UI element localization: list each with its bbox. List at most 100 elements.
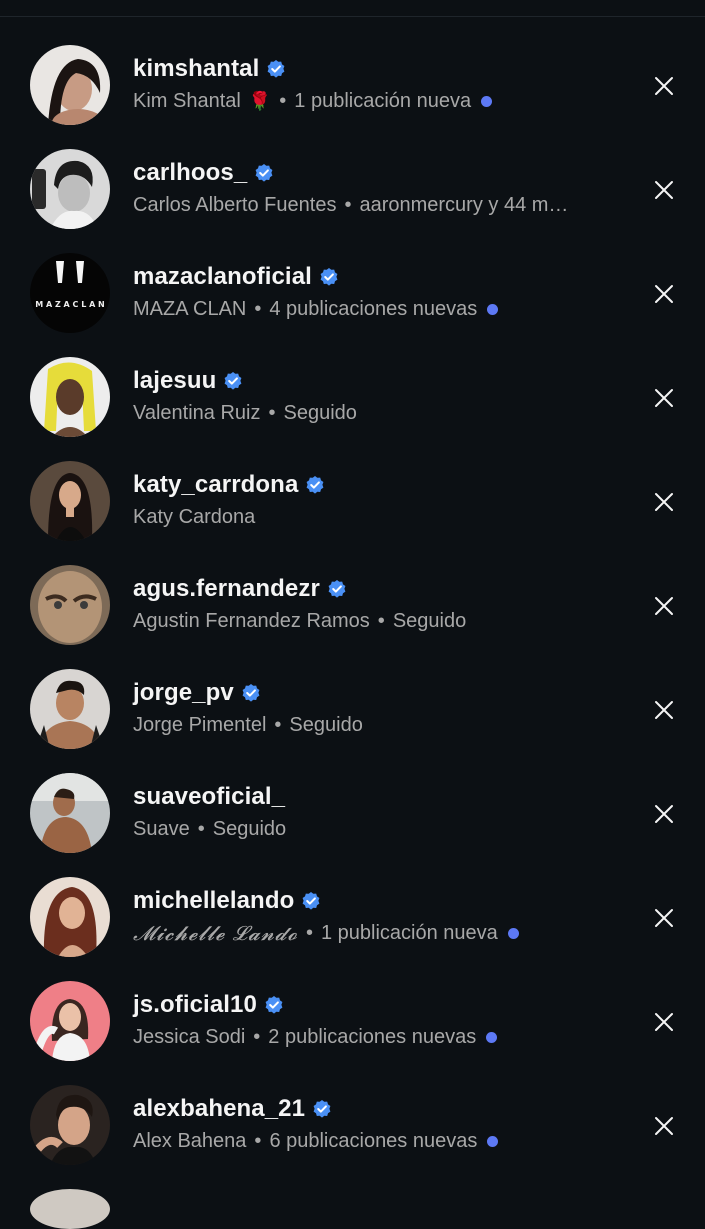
account-row-michellelando[interactable]: michellelando 𝓜𝓲𝓬𝓱𝓮𝓵𝓵𝓮 𝓛𝓪𝓷𝓭𝓸 • 1 publicació… xyxy=(0,865,705,969)
full-name: Suave xyxy=(133,817,190,840)
account-row-katy-carrdona[interactable]: katy_carrdona Katy Cardona xyxy=(0,449,705,553)
status-text: Seguido xyxy=(212,817,287,840)
full-name: Kim Shantal xyxy=(133,89,241,112)
avatar-woman-black-dress[interactable] xyxy=(30,461,110,541)
full-name: Alex Bahena xyxy=(133,1129,247,1152)
status-text: 4 publicaciones nuevas xyxy=(269,297,478,320)
close-icon[interactable] xyxy=(652,74,676,98)
separator-dot: • xyxy=(344,193,352,216)
full-name: Agustin Fernandez Ramos xyxy=(133,609,370,632)
username[interactable]: lajesuu xyxy=(133,367,216,395)
status-text: 2 publicaciones nuevas xyxy=(268,1025,477,1048)
account-row-carlhoos-[interactable]: carlhoos_ Carlos Alberto Fuentes • aaronmer… xyxy=(0,137,705,241)
close-icon[interactable] xyxy=(652,1114,676,1138)
account-subtitle: Suave • Seguido xyxy=(133,815,633,843)
separator-dot: • xyxy=(268,401,276,424)
username-line: jorge_pv xyxy=(133,678,261,708)
suggested-accounts-list: kimshantal Kim Shantal 🌹 • 1 publicación nue… xyxy=(0,33,705,1177)
full-name: Valentina Ruiz xyxy=(133,401,261,424)
username-line: lajesuu xyxy=(133,366,243,396)
account-subtitle: Agustin Fernandez Ramos • Seguido xyxy=(133,607,633,635)
avatar-young-man[interactable] xyxy=(30,1085,110,1165)
username[interactable]: michellelando xyxy=(133,887,294,915)
account-subtitle: 𝓜𝓲𝓬𝓱𝓮𝓵𝓵𝓮 𝓛𝓪𝓷𝓭𝓸 • 1 publicación nueva xyxy=(133,919,633,947)
verified-badge-icon xyxy=(327,579,347,599)
unread-indicator xyxy=(481,95,493,107)
verified-badge-icon xyxy=(223,371,243,391)
full-name: MAZA CLAN xyxy=(133,297,247,320)
avatar-man-outdoors[interactable] xyxy=(30,773,110,853)
status-text: Seguido xyxy=(392,609,467,632)
close-icon[interactable] xyxy=(652,698,676,722)
avatar-woman-red-hair[interactable] xyxy=(30,877,110,957)
account-subtitle: Katy Cardona xyxy=(133,503,633,531)
account-row-mazaclanoficial[interactable]: M A Z A C L A N mazaclanoficial MAZA CLAN •… xyxy=(0,241,705,345)
account-subtitle: Jessica Sodi • 2 publicaciones nuevas xyxy=(133,1023,633,1051)
username[interactable]: mazaclanoficial xyxy=(133,263,312,291)
avatar-woman-dark-hair[interactable] xyxy=(30,45,110,125)
unread-indicator xyxy=(487,1135,499,1147)
account-row-agus-fernandezr[interactable]: agus.fernandezr Agustin Fernandez Ramos • S… xyxy=(0,553,705,657)
avatar-face-closeup[interactable] xyxy=(30,565,110,645)
account-row-lajesuu[interactable]: lajesuu Valentina Ruiz • Seguido xyxy=(0,345,705,449)
username[interactable]: alexbahena_21 xyxy=(133,1095,305,1123)
avatar-woman-pink-bg[interactable] xyxy=(30,981,110,1061)
separator-dot: • xyxy=(274,713,282,736)
account-row-suaveoficial-[interactable]: suaveoficial_ Suave • Seguido xyxy=(0,761,705,865)
username[interactable]: katy_carrdona xyxy=(133,471,298,499)
close-icon[interactable] xyxy=(652,282,676,306)
close-icon[interactable] xyxy=(652,386,676,410)
username[interactable]: jorge_pv xyxy=(133,679,234,707)
status-text: 1 publicación nueva xyxy=(320,921,498,944)
close-icon[interactable] xyxy=(652,490,676,514)
verified-badge-icon xyxy=(301,891,321,911)
full-name: Carlos Alberto Fuentes xyxy=(133,193,337,216)
close-icon[interactable] xyxy=(652,594,676,618)
account-subtitle: Valentina Ruiz • Seguido xyxy=(133,399,633,427)
full-name: Katy Cardona xyxy=(133,505,256,528)
close-icon[interactable] xyxy=(652,802,676,826)
username-line: js.oficial10 xyxy=(133,990,284,1020)
account-subtitle: Jorge Pimentel • Seguido xyxy=(133,711,633,739)
avatar-yellow-hair[interactable] xyxy=(30,357,110,437)
maza-clan-logo[interactable]: M A Z A C L A N xyxy=(30,253,110,333)
username-line: alexbahena_21 xyxy=(133,1094,332,1124)
status-text: 6 publicaciones nuevas xyxy=(269,1129,478,1152)
account-row-alexbahena-21[interactable]: alexbahena_21 Alex Bahena • 6 publicaciones… xyxy=(0,1073,705,1177)
username[interactable]: carlhoos_ xyxy=(133,159,247,187)
username[interactable]: suaveoficial_ xyxy=(133,783,285,811)
separator-dot: • xyxy=(305,921,313,944)
avatar-man-shirtless[interactable] xyxy=(30,669,110,749)
account-subtitle: MAZA CLAN • 4 publicaciones nuevas xyxy=(133,295,633,323)
avatar-man-bw[interactable] xyxy=(30,149,110,229)
account-subtitle: Carlos Alberto Fuentes • aaronmercury y 44… xyxy=(133,191,633,219)
unread-indicator xyxy=(487,303,499,315)
separator-dot: • xyxy=(254,297,262,320)
close-icon[interactable] xyxy=(652,178,676,202)
next-avatar-partial[interactable] xyxy=(30,1189,110,1229)
username-line: agus.fernandezr xyxy=(133,574,347,604)
status-text: Seguido xyxy=(283,401,357,424)
separator-dot: • xyxy=(253,1025,261,1048)
full-name: Jessica Sodi xyxy=(133,1025,246,1048)
close-icon[interactable] xyxy=(652,1010,676,1034)
verified-badge-icon xyxy=(305,475,325,495)
account-row-js-oficial10[interactable]: js.oficial10 Jessica Sodi • 2 publicaciones… xyxy=(0,969,705,1073)
username-line: suaveoficial_ xyxy=(133,782,285,812)
separator-dot: • xyxy=(279,89,287,112)
rose-emoji-icon: 🌹 xyxy=(248,90,272,111)
full-name: Jorge Pimentel xyxy=(133,713,267,736)
account-row-jorge-pv[interactable]: jorge_pv Jorge Pimentel • Seguido xyxy=(0,657,705,761)
username[interactable]: kimshantal xyxy=(133,55,259,83)
username[interactable]: js.oficial10 xyxy=(133,991,257,1019)
username[interactable]: agus.fernandezr xyxy=(133,575,320,603)
account-row-kimshantal[interactable]: kimshantal Kim Shantal 🌹 • 1 publicación nue… xyxy=(0,33,705,137)
verified-badge-icon xyxy=(319,267,339,287)
separator-dot: • xyxy=(254,1129,262,1152)
status-text: Seguido xyxy=(289,713,363,736)
close-icon[interactable] xyxy=(652,906,676,930)
verified-badge-icon xyxy=(254,163,274,183)
svg-text:M A Z A C L A N: M A Z A C L A N xyxy=(35,300,105,309)
unread-indicator xyxy=(486,1031,498,1043)
status-text: 1 publicación nueva xyxy=(294,89,472,112)
